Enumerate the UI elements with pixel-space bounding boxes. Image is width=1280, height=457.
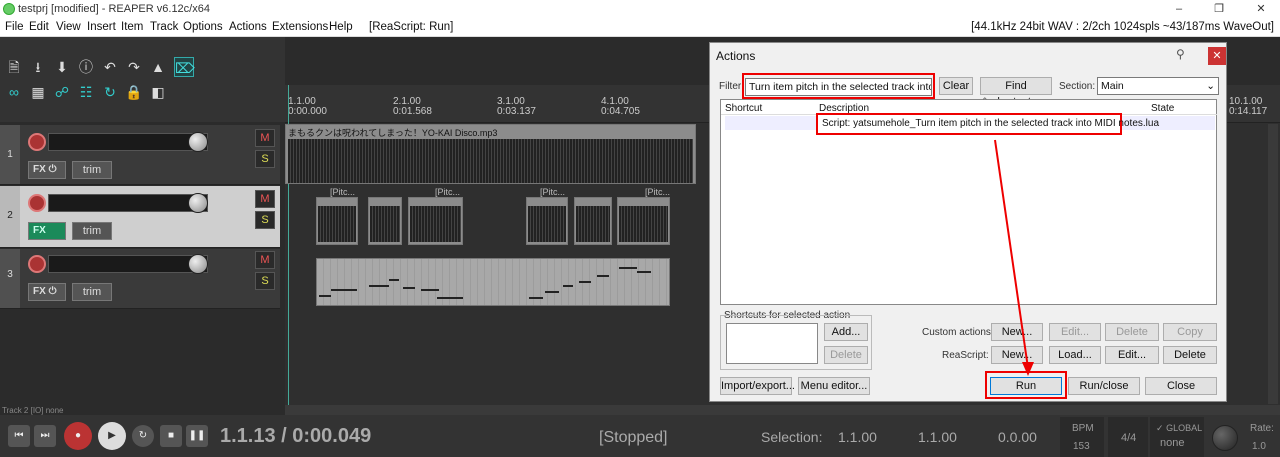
- selection-end[interactable]: 1.1.00: [918, 429, 957, 445]
- rate-knob[interactable]: [1212, 425, 1238, 451]
- time-sig-box[interactable]: 4/4: [1108, 417, 1148, 457]
- play-icon[interactable]: ▶: [98, 422, 126, 450]
- annotation-arrow: [994, 139, 1034, 376]
- global-automation-box[interactable]: ✓ GLOBAL none: [1150, 417, 1204, 457]
- stop-icon[interactable]: ■: [160, 425, 182, 447]
- go-end-icon[interactable]: ⏭: [34, 425, 56, 447]
- repeat-icon[interactable]: ↻: [132, 425, 154, 447]
- rate-label: Rate:: [1250, 423, 1274, 434]
- bpm-label: BPM: [1072, 423, 1094, 434]
- position-display[interactable]: 1.1.13 / 0:00.049: [220, 425, 371, 448]
- bpm-box[interactable]: BPM 153: [1060, 417, 1104, 457]
- bpm-value: 153: [1073, 441, 1090, 452]
- global-value: none: [1160, 437, 1185, 449]
- transport-bar: ⏮ ⏭ ● ▶ ↻ ■ ❚❚ 1.1.13 / 0:00.049 [Stoppe…: [0, 415, 1280, 457]
- check-icon: ✓: [1156, 423, 1164, 433]
- go-start-icon[interactable]: ⏮: [8, 425, 30, 447]
- selection-label: Selection:: [761, 429, 823, 445]
- rate-value: 1.0: [1252, 441, 1266, 452]
- record-icon[interactable]: ●: [64, 422, 92, 450]
- play-state: [Stopped]: [599, 429, 668, 446]
- selection-length[interactable]: 0.0.00: [998, 429, 1037, 445]
- pause-icon[interactable]: ❚❚: [186, 425, 208, 447]
- selection-start[interactable]: 1.1.00: [838, 429, 877, 445]
- time-sig-value: 4/4: [1121, 432, 1137, 444]
- global-label: ✓ GLOBAL: [1156, 423, 1203, 433]
